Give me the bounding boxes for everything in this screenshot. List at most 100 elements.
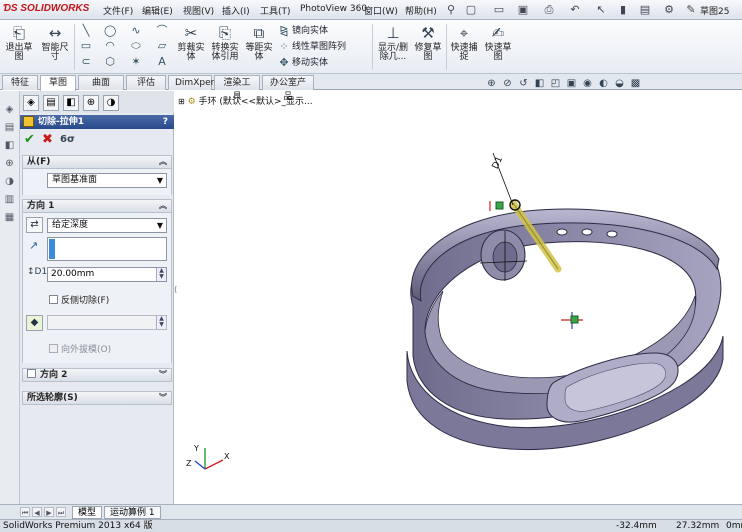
help-button[interactable]: ?: [163, 115, 168, 129]
move-entities-button[interactable]: 移动实体: [292, 57, 328, 69]
point-icon[interactable]: ✶: [130, 56, 142, 68]
direction1-section-header[interactable]: 方向 1 ︽: [22, 199, 172, 213]
slot-icon[interactable]: ⊂: [80, 56, 92, 68]
tab-dimxpert[interactable]: DimXpert: [168, 75, 218, 90]
flyout-feature-tree[interactable]: ⊞ ⚙ 手环 (默认<<默认>_显示...: [178, 94, 313, 108]
zoom-to-fit-icon[interactable]: ⊕: [485, 77, 498, 90]
dimxpert-icon[interactable]: ⊕: [3, 157, 16, 170]
from-start-condition-select[interactable]: 草图基准面 ▼: [47, 173, 167, 188]
rapid-sketch-button[interactable]: ✍ 快速草图: [483, 24, 513, 62]
rebuild-icon[interactable]: ▮: [616, 3, 630, 17]
linear-pattern-button[interactable]: 线性草图阵列: [292, 41, 346, 53]
depth-input[interactable]: 20.00mm ▲ ▼: [47, 267, 167, 282]
configuration-manager-tab-icon[interactable]: ◧: [63, 95, 79, 111]
spin-arrows-icon[interactable]: ▲ ▼: [156, 268, 166, 281]
ellipse-icon[interactable]: ⬭: [130, 40, 142, 52]
tab-evaluate[interactable]: 评估: [126, 75, 166, 90]
menu-file[interactable]: 文件(F): [103, 4, 133, 17]
direction2-checkbox[interactable]: [27, 369, 36, 378]
menu-edit[interactable]: 编辑(E): [142, 4, 173, 17]
new-document-icon[interactable]: ▢: [464, 3, 478, 17]
graphics-viewport[interactable]: D1 Y X Z: [175, 91, 742, 504]
linear-pattern-icon[interactable]: ⁘: [278, 41, 290, 53]
save-icon[interactable]: ▣: [516, 3, 530, 17]
move-icon[interactable]: ✥: [278, 57, 290, 69]
flip-side-to-cut-checkbox[interactable]: 反侧切除(F): [49, 295, 109, 307]
fillet-icon[interactable]: ⌒: [156, 25, 168, 37]
quick-snaps-button[interactable]: ⌖ 快速捕捉: [449, 24, 479, 62]
line-icon[interactable]: ╲: [80, 25, 92, 37]
arc-icon[interactable]: ◠: [104, 40, 116, 52]
tab-render-tools[interactable]: 渲染工具: [214, 75, 260, 102]
property-manager-tab-icon[interactable]: ▤: [43, 95, 59, 111]
tree-expand-icon[interactable]: ⊞: [178, 97, 185, 106]
mirror-entities-button[interactable]: 镜向实体: [292, 25, 328, 37]
design-library-icon[interactable]: ▥: [3, 193, 16, 206]
file-properties-icon[interactable]: ▤: [638, 3, 652, 17]
plane-icon[interactable]: ▱: [156, 40, 168, 52]
dimxpert-manager-tab-icon[interactable]: ⊕: [83, 95, 99, 111]
undo-icon[interactable]: ↶: [568, 3, 582, 17]
open-folder-icon[interactable]: ▭: [492, 3, 506, 17]
scene-icon[interactable]: ◒: [613, 77, 626, 90]
menu-insert[interactable]: 插入(I): [222, 4, 250, 17]
draft-on-off-icon[interactable]: ◆: [26, 315, 43, 331]
tab-surfaces[interactable]: 曲面: [78, 75, 124, 90]
mirror-icon[interactable]: ⧎: [278, 25, 290, 37]
direction-vector-selection-box[interactable]: [47, 237, 167, 261]
tab-office-products[interactable]: 办公室产品: [262, 75, 314, 102]
print-icon[interactable]: ⎙: [542, 3, 556, 17]
polygon-icon[interactable]: ⬡: [104, 56, 116, 68]
ok-check-icon[interactable]: ✔: [24, 132, 35, 148]
solidworks-logo[interactable]: ƊS SOLIDWORKS: [3, 3, 89, 17]
spline-icon[interactable]: ∿: [130, 25, 142, 37]
rectangle-icon[interactable]: ▭: [80, 40, 92, 52]
preview-glasses-icon[interactable]: 6σ: [60, 132, 75, 148]
tab-features[interactable]: 特征: [2, 75, 38, 90]
repair-sketch-button[interactable]: ⚒ 修复草图: [413, 24, 443, 62]
edit-appearance-icon[interactable]: ◐: [597, 77, 610, 90]
section-view-icon[interactable]: ◧: [533, 77, 546, 90]
menu-view[interactable]: 视图(V): [183, 4, 214, 17]
end-condition-select[interactable]: 给定深度 ▼: [47, 218, 167, 233]
property-manager-icon[interactable]: ▤: [3, 121, 16, 134]
file-explorer-icon[interactable]: ▦: [3, 211, 16, 224]
checkbox-box[interactable]: [49, 295, 58, 304]
display-manager-tab-icon[interactable]: ◑: [103, 95, 119, 111]
tab-model[interactable]: 模型: [72, 506, 103, 519]
next-tab-arrow-icon[interactable]: ▶: [44, 507, 54, 517]
tab-sketch[interactable]: 草图: [40, 75, 76, 91]
last-tab-arrow-icon[interactable]: ⏭: [56, 507, 66, 517]
circle-icon[interactable]: ◯: [104, 25, 116, 37]
options-gear-icon[interactable]: ⚙: [662, 3, 676, 17]
display-style-icon[interactable]: ▣: [565, 77, 578, 90]
display-manager-icon[interactable]: ◑: [3, 175, 16, 188]
first-tab-arrow-icon[interactable]: ⏮: [20, 507, 30, 517]
view-orientation-icon[interactable]: ◰: [549, 77, 562, 90]
selected-contours-section-header[interactable]: 所选轮廓(S) ︾: [22, 391, 172, 405]
offset-entities-button[interactable]: ⧉ 等距实体: [244, 24, 274, 62]
smart-dimension-button[interactable]: ↔ 智能尺寸: [40, 24, 70, 62]
pin-icon[interactable]: ⚲: [444, 3, 458, 17]
exit-sketch-button[interactable]: ⎗ 退出草图: [4, 24, 34, 62]
direction2-section-header[interactable]: 方向 2 ︾: [22, 368, 172, 382]
menu-tools[interactable]: 工具(T): [260, 4, 291, 17]
cancel-x-icon[interactable]: ✖: [42, 132, 53, 148]
feature-tree-icon[interactable]: ◈: [3, 103, 16, 116]
trim-entities-button[interactable]: ✂ 剪裁实体: [176, 24, 206, 62]
from-section-header[interactable]: 从(F) ︽: [22, 155, 172, 169]
previous-view-icon[interactable]: ↺: [517, 77, 530, 90]
text-icon[interactable]: A: [156, 56, 168, 68]
menu-photoview[interactable]: PhotoView 360: [300, 4, 367, 17]
tab-motion-study[interactable]: 运动算例 1: [104, 506, 161, 519]
prev-tab-arrow-icon[interactable]: ◀: [32, 507, 42, 517]
menu-help[interactable]: 帮助(H): [405, 4, 437, 17]
menu-window[interactable]: 窗口(W): [364, 4, 398, 17]
reverse-direction-icon[interactable]: ⇄: [26, 217, 43, 233]
feature-manager-tab-icon[interactable]: ◈: [23, 95, 39, 111]
view-settings-icon[interactable]: ▩: [629, 77, 642, 90]
convert-entities-button[interactable]: ⎘ 转换实体引用: [209, 24, 241, 62]
zoom-area-icon[interactable]: ⊘: [501, 77, 514, 90]
configuration-icon[interactable]: ◧: [3, 139, 16, 152]
hide-show-icon[interactable]: ◉: [581, 77, 594, 90]
